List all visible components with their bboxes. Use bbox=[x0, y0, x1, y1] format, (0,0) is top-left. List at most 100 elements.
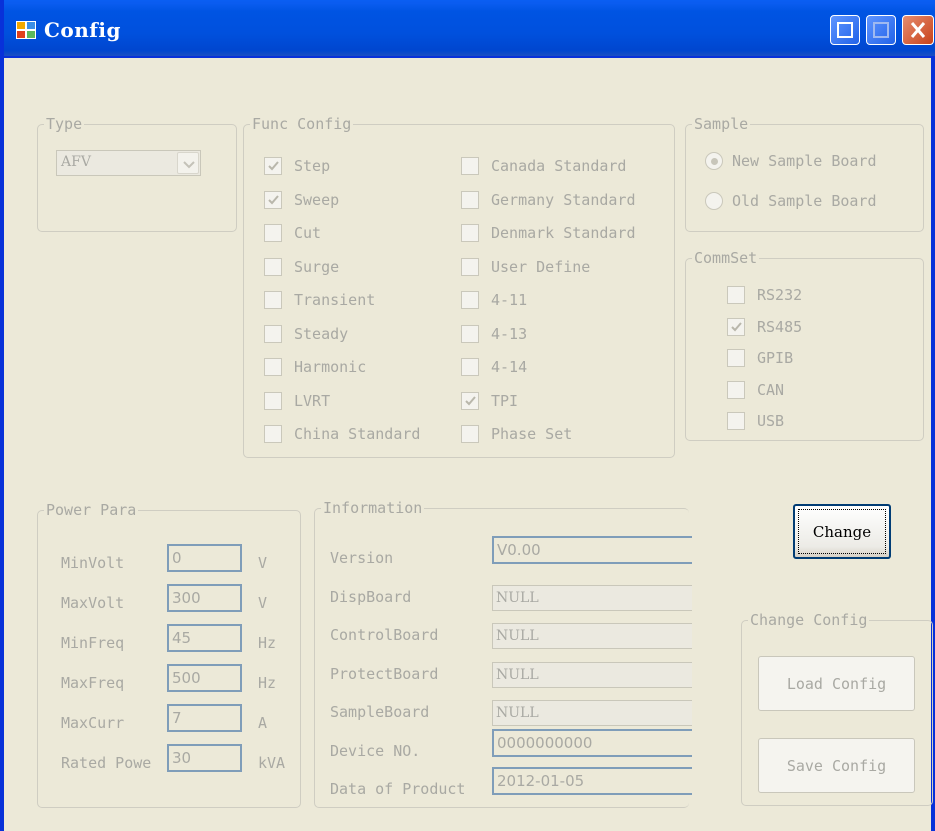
power-para-legend: Power Para bbox=[44, 501, 139, 519]
information-legend: Information bbox=[321, 499, 425, 517]
type-group-legend: Type bbox=[44, 115, 85, 133]
info-label: SampleBoard bbox=[330, 703, 430, 721]
checkbox[interactable] bbox=[461, 391, 479, 410]
checkmark-icon bbox=[465, 395, 476, 405]
maximize-button[interactable] bbox=[866, 15, 896, 45]
power-para-unit: A bbox=[258, 714, 268, 732]
info-field[interactable]: V0.00 bbox=[492, 536, 692, 564]
info-label: DispBoard bbox=[330, 587, 412, 606]
checkbox-label: Steady bbox=[294, 324, 349, 343]
config-window: Config Type AFV Func Config Step Sweep C… bbox=[0, 0, 935, 831]
checkbox-label: 4-14 bbox=[491, 358, 528, 376]
power-para-label: MaxCurr bbox=[61, 714, 125, 732]
commset-group: CommSet RS232 RS485 GPIB CAN USB bbox=[685, 249, 924, 441]
info-field[interactable]: NULL bbox=[492, 623, 692, 649]
client-area: Type AFV Func Config Step Sweep Cut Surge Tr… bbox=[8, 58, 935, 827]
checkbox[interactable] bbox=[461, 224, 479, 242]
info-label: Data of Product bbox=[330, 780, 466, 798]
info-field[interactable]: NULL bbox=[492, 584, 692, 611]
info-label: ControlBoard bbox=[330, 626, 439, 644]
power-para-field[interactable]: 30 bbox=[167, 744, 242, 772]
information-group: Information Version V0.00 DispBoard NULL Con… bbox=[314, 499, 692, 808]
checkbox[interactable] bbox=[727, 317, 745, 336]
type-group: Type AFV bbox=[37, 115, 237, 232]
checkbox-label: Cut bbox=[294, 224, 322, 242]
checkbox-label: Harmonic bbox=[294, 358, 367, 376]
checkbox-label: CAN bbox=[757, 380, 785, 399]
info-field[interactable]: NULL bbox=[492, 661, 692, 688]
power-para-label: MinFreq bbox=[61, 634, 125, 652]
checkbox-label: Denmark Standard bbox=[491, 224, 636, 242]
change-button[interactable]: Change bbox=[793, 504, 891, 559]
info-field[interactable]: 0000000000 bbox=[492, 728, 692, 757]
checkbox[interactable] bbox=[264, 358, 282, 376]
checkbox-label: Sweep bbox=[294, 190, 340, 209]
load-config-button[interactable]: Load Config bbox=[758, 656, 915, 711]
info-label: ProtectBoard bbox=[330, 664, 439, 683]
info-field[interactable]: NULL bbox=[492, 700, 692, 726]
window-title: Config bbox=[44, 18, 121, 42]
checkbox-label: LVRT bbox=[294, 391, 331, 410]
sample-group: Sample New Sample Board Old Sample Board bbox=[685, 115, 924, 232]
checkbox[interactable] bbox=[264, 425, 282, 443]
power-para-field[interactable]: 500 bbox=[167, 664, 242, 692]
checkbox[interactable] bbox=[461, 257, 479, 276]
checkbox-label: USB bbox=[757, 412, 785, 430]
power-para-field[interactable]: 45 bbox=[167, 624, 242, 652]
checkbox-label: Phase Set bbox=[491, 425, 573, 443]
radio-button[interactable] bbox=[705, 152, 723, 170]
power-para-unit: V bbox=[258, 554, 268, 572]
checkbox-label: Surge bbox=[294, 257, 340, 276]
func-config-group: Func Config Step Sweep Cut Surge Transient St… bbox=[243, 115, 675, 458]
info-field[interactable]: 2012-01-05 bbox=[492, 767, 692, 795]
checkmark-icon bbox=[268, 194, 279, 204]
maximize-icon bbox=[873, 22, 889, 38]
sample-legend: Sample bbox=[692, 115, 751, 133]
checkbox-label: RS232 bbox=[757, 286, 803, 304]
close-button[interactable] bbox=[902, 15, 934, 45]
minimize-button[interactable] bbox=[830, 15, 860, 45]
checkbox[interactable] bbox=[461, 157, 479, 175]
commset-legend: CommSet bbox=[692, 249, 760, 267]
checkbox[interactable] bbox=[727, 286, 745, 304]
checkbox[interactable] bbox=[461, 291, 479, 309]
checkbox[interactable] bbox=[264, 224, 282, 242]
checkbox[interactable] bbox=[727, 412, 745, 430]
checkmark-icon bbox=[731, 321, 742, 331]
info-label: Device NO. bbox=[330, 741, 421, 760]
info-label: Version bbox=[330, 549, 394, 567]
checkbox[interactable] bbox=[264, 257, 282, 276]
power-para-label: MaxVolt bbox=[61, 594, 125, 612]
checkmark-icon bbox=[268, 161, 279, 171]
power-para-field[interactable]: 7 bbox=[167, 704, 242, 732]
type-combo[interactable]: AFV bbox=[56, 150, 201, 176]
checkbox[interactable] bbox=[264, 190, 282, 209]
checkbox[interactable] bbox=[264, 291, 282, 309]
checkbox[interactable] bbox=[727, 380, 745, 399]
title-bar[interactable]: Config bbox=[4, 0, 935, 58]
chevron-down-icon bbox=[183, 161, 195, 169]
combo-dropdown-button[interactable] bbox=[177, 152, 199, 174]
power-para-label: MinVolt bbox=[61, 554, 125, 572]
power-para-field[interactable]: 0 bbox=[167, 544, 242, 572]
func-config-legend: Func Config bbox=[250, 115, 354, 133]
change-config-group: Change Config Load Config Save Config bbox=[741, 611, 933, 806]
checkbox[interactable] bbox=[264, 324, 282, 343]
checkbox[interactable] bbox=[461, 358, 479, 376]
radio-label: New Sample Board bbox=[732, 152, 877, 170]
change-button-label: Change bbox=[812, 523, 872, 541]
change-config-legend: Change Config bbox=[748, 611, 870, 629]
save-config-button[interactable]: Save Config bbox=[758, 738, 915, 793]
checkbox[interactable] bbox=[727, 349, 745, 367]
checkbox[interactable] bbox=[461, 190, 479, 209]
checkbox[interactable] bbox=[264, 391, 282, 410]
checkbox[interactable] bbox=[264, 157, 282, 175]
power-para-group: Power Para MinVolt 0 V MaxVolt 300 V MinFreq 45… bbox=[37, 501, 301, 808]
type-combo-value: AFV bbox=[61, 154, 91, 170]
power-para-field[interactable]: 300 bbox=[167, 584, 242, 612]
radio-button[interactable] bbox=[705, 192, 723, 210]
checkbox-label: RS485 bbox=[757, 317, 803, 336]
radio-dot bbox=[711, 158, 718, 165]
checkbox[interactable] bbox=[461, 324, 479, 343]
checkbox[interactable] bbox=[461, 425, 479, 443]
